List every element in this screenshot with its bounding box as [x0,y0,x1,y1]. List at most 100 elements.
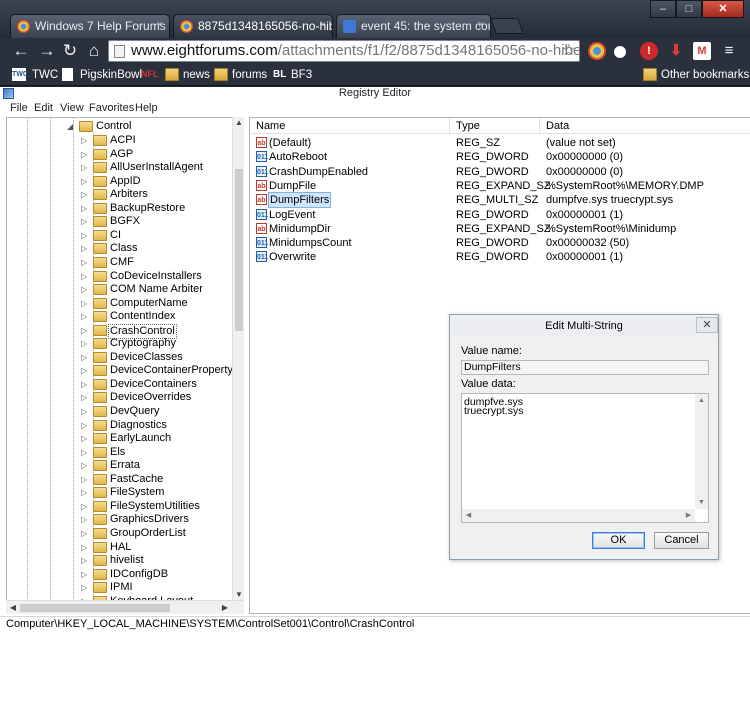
expand-arrow-icon[interactable]: ▷ [81,513,89,526]
close-window-button[interactable]: ✕ [702,0,744,18]
scroll-up-arrow-icon[interactable]: ▲ [695,394,708,407]
bookmark-star-icon[interactable]: ☆ [562,41,576,61]
registry-value-row[interactable]: 011 CrashDumpEnabled REG_DWORD 0x00000000 (… [250,165,750,179]
bookmark-bf3[interactable]: BL BF3 [273,67,312,83]
registry-value-row[interactable]: ab MinidumpDir REG_EXPAND_SZ %SystemRoot%\M… [250,222,750,236]
expand-arrow-icon[interactable]: ▷ [81,364,89,377]
other-bookmarks[interactable]: Other bookmarks [643,67,749,83]
expand-arrow-icon[interactable]: ▷ [81,297,89,310]
scrollbar-thumb[interactable] [235,169,243,331]
registry-value-row[interactable]: ab DumpFilters REG_MULTI_SZ dumpfve.sys tru… [250,192,750,209]
scrollbar-thumb[interactable] [20,604,170,612]
folder-icon [93,392,107,404]
expand-arrow-icon[interactable]: ▷ [81,486,89,499]
expand-arrow-icon[interactable]: ▷ [81,541,89,554]
registry-value-row[interactable]: ab DumpFile REG_EXPAND_SZ %SystemRoot%\MEMO… [250,179,750,193]
tab-windows7-help-forums[interactable]: Windows 7 Help Forums - × [10,14,170,38]
home-icon[interactable]: ⌂ [84,41,104,61]
expand-arrow-icon[interactable]: ▷ [81,337,89,350]
scroll-left-arrow-icon[interactable]: ◀ [462,509,475,522]
tab-attachment-image[interactable]: 8875d1348165056-no-hibe × [173,14,333,38]
expand-arrow-icon[interactable]: ▷ [81,568,89,581]
bookmark-folder-forums[interactable]: forums [214,67,267,83]
registry-key-tree[interactable]: ◢ Control ▷ ACPI ▷ AGP ▷ AllUserInstallAgent ▷ Ap… [6,117,244,614]
column-header-name[interactable]: Name [250,118,450,134]
maximize-button[interactable]: □ [676,0,702,18]
scroll-up-arrow-icon[interactable]: ▲ [233,117,245,129]
expand-arrow-icon[interactable]: ▷ [81,324,89,337]
address-bar[interactable]: www.eightforums.com/attachments/f1/f2/88… [108,40,580,62]
expand-arrow-icon[interactable]: ▷ [81,175,89,188]
gmail-extension-icon[interactable]: M [693,42,711,60]
expand-arrow-icon[interactable]: ▷ [81,405,89,418]
scroll-down-arrow-icon[interactable]: ▼ [695,496,708,509]
evernote-extension-icon[interactable] [614,46,626,58]
expand-arrow-icon[interactable]: ▷ [81,527,89,540]
tree-vertical-scrollbar[interactable]: ▲ ▼ [232,117,244,601]
textarea-horizontal-scrollbar[interactable]: ◀ ▶ [462,509,695,522]
expand-arrow-icon[interactable]: ▷ [81,215,89,228]
reload-icon[interactable]: ↻ [60,41,80,61]
expand-arrow-icon[interactable]: ▷ [81,459,89,472]
expand-arrow-icon[interactable]: ▷ [81,581,89,594]
expand-arrow-icon[interactable]: ▷ [81,148,89,161]
ok-button[interactable]: OK [592,532,645,549]
registry-value-row[interactable]: 011 MinidumpsCount REG_DWORD 0x00000032 (50… [250,236,750,250]
expand-arrow-icon[interactable]: ▷ [81,134,89,147]
expand-arrow-icon[interactable]: ▷ [81,229,89,242]
wrench-menu-icon[interactable]: ≡ [720,42,738,60]
menu-edit[interactable]: Edit [34,101,53,116]
chrome-extension-icon[interactable] [588,42,606,60]
close-tab-icon[interactable]: × [320,19,326,31]
expand-arrow-icon[interactable]: ▷ [81,310,89,323]
registry-value-row[interactable]: ab (Default) REG_SZ (value not set) [250,136,750,150]
expand-arrow-icon[interactable]: ▷ [81,500,89,513]
cancel-button[interactable]: Cancel [654,532,709,549]
expand-arrow-icon[interactable]: ▷ [81,161,89,174]
registry-value-row[interactable]: 011 LogEvent REG_DWORD 0x00000001 (1) [250,208,750,222]
registry-value-row[interactable]: 011 Overwrite REG_DWORD 0x00000001 (1) [250,250,750,264]
scroll-right-arrow-icon[interactable]: ▶ [682,509,695,522]
close-tab-icon[interactable]: × [157,19,163,31]
new-tab-button[interactable] [490,18,524,34]
bookmark-folder-news[interactable]: news [165,67,210,83]
bookmark-pigskinbowl[interactable]: PigskinBowl [62,67,142,83]
menu-help[interactable]: Help [135,101,158,116]
tab-event-45-search[interactable]: event 45: the system coul × [336,14,491,38]
bookmark-nfl[interactable]: NFL [141,67,159,83]
expand-arrow-icon[interactable]: ▷ [81,256,89,269]
back-arrow-icon[interactable]: ← [11,41,31,61]
value-data-textarea[interactable]: dumpfve.sys truecrypt.sys ▲ ▼ ◀ ▶ [461,393,709,523]
menu-favorites[interactable]: Favorites [89,101,134,116]
expand-arrow-icon[interactable]: ▷ [81,270,89,283]
expand-arrow-icon[interactable]: ▷ [81,391,89,404]
adblock-extension-icon[interactable]: ! [640,42,658,60]
scroll-right-arrow-icon[interactable]: ▶ [218,601,232,614]
expand-arrow-icon[interactable]: ▷ [81,242,89,255]
registry-value-row[interactable]: 011 AutoReboot REG_DWORD 0x00000000 (0) [250,150,750,164]
expand-arrow-icon[interactable]: ▷ [81,419,89,432]
minimize-button[interactable]: – [650,0,676,18]
download-extension-icon[interactable]: ⬇ [667,42,685,60]
forward-arrow-icon[interactable]: → [37,41,57,61]
scroll-left-arrow-icon[interactable]: ◀ [6,601,20,614]
expand-arrow-icon[interactable]: ▷ [81,378,89,391]
tree-horizontal-scrollbar[interactable]: ◀ ▶ [6,600,244,614]
menu-view[interactable]: View [60,101,84,116]
expand-arrow-icon[interactable]: ▷ [81,351,89,364]
expand-arrow-icon[interactable]: ▷ [81,283,89,296]
expand-arrow-icon[interactable]: ▷ [81,446,89,459]
expand-arrow-icon[interactable]: ▷ [81,473,89,486]
bookmark-twc[interactable]: TWC TWC [12,67,58,83]
menu-file[interactable]: File [10,101,28,116]
collapse-arrow-icon[interactable]: ◢ [67,120,75,133]
column-header-data[interactable]: Data [540,118,750,134]
column-header-type[interactable]: Type [450,118,540,134]
expand-arrow-icon[interactable]: ▷ [81,188,89,201]
textarea-vertical-scrollbar[interactable]: ▲ ▼ [695,394,708,509]
close-tab-icon[interactable]: × [478,19,484,31]
expand-arrow-icon[interactable]: ▷ [81,432,89,445]
expand-arrow-icon[interactable]: ▷ [81,554,89,567]
expand-arrow-icon[interactable]: ▷ [81,202,89,215]
dialog-close-button[interactable]: ✕ [696,317,718,333]
